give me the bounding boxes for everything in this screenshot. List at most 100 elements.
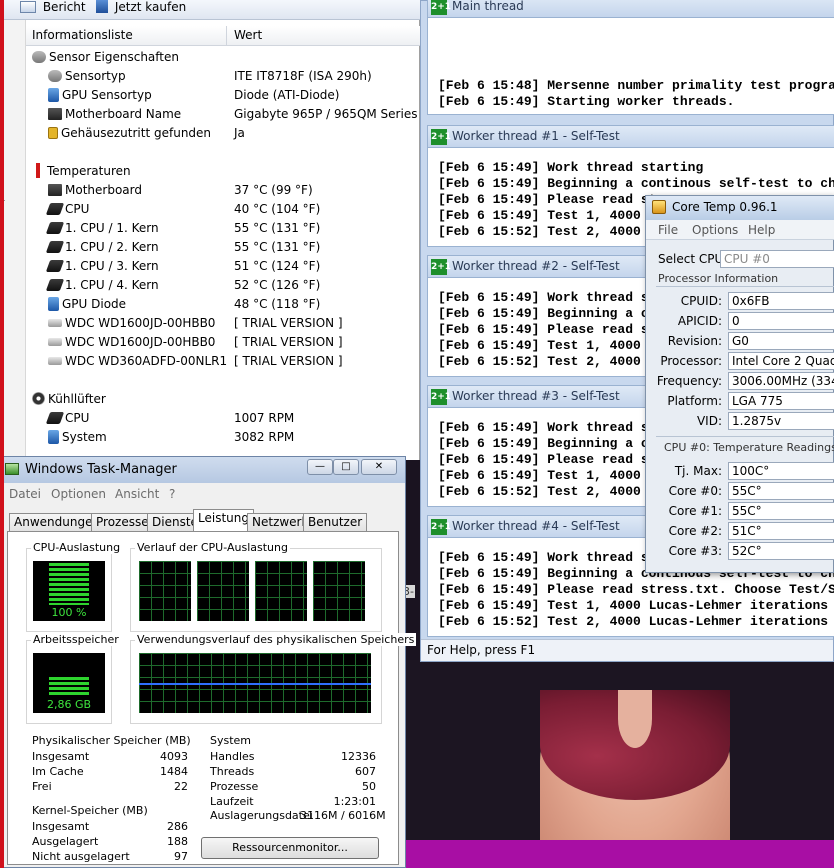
temp-value: 100C° (728, 462, 834, 480)
cpu-core-graph (197, 561, 249, 621)
list-item[interactable]: CPU (45, 409, 89, 428)
section-temperatures[interactable]: Temperaturen (32, 162, 131, 181)
item-value: [ TRIAL VERSION ] (234, 316, 343, 330)
pane-title-bar[interactable]: 2+1 Main thread (428, 0, 834, 18)
list-item[interactable]: 1. CPU / 3. Kern (45, 257, 159, 276)
close-button[interactable]: ✕ (361, 459, 397, 475)
log-line: [Feb 6 15:49] Test 1, 4000 Lucas-Lehmer … (438, 598, 834, 613)
sensor-icon (32, 51, 46, 63)
item-label: GPU Sensortyp (62, 88, 152, 102)
cpu-icon (45, 260, 65, 272)
item-label: WDC WD1600JD-00HBB0 (65, 335, 216, 349)
stat-value: 3116M / 6016M (300, 809, 386, 822)
maximize-button[interactable]: □ (333, 459, 359, 475)
column-header-name[interactable]: Informationsliste (32, 28, 133, 42)
log-line: [Feb 6 15:48] Mersenne number primality … (438, 78, 834, 93)
tab-performance[interactable]: Leistung (193, 509, 254, 531)
fan-icon (32, 392, 45, 405)
menu-options[interactable]: Optionen (51, 487, 106, 501)
menu-view[interactable]: Ansicht (115, 487, 159, 501)
list-item[interactable]: Motherboard (48, 181, 142, 200)
menu-file[interactable]: File (658, 223, 678, 237)
report-label: Bericht (42, 0, 86, 14)
menu-help[interactable]: ? (169, 487, 175, 501)
core-temp-menu-bar: File Options Help (646, 220, 834, 240)
list-item[interactable]: WDC WD360ADFD-00NLR1 (48, 352, 227, 371)
list-item[interactable]: System (48, 428, 107, 447)
section-fans[interactable]: Kühllüfter (32, 390, 106, 409)
stat-label: Nicht ausgelagert (32, 850, 130, 863)
minimize-button[interactable]: — (307, 459, 333, 475)
temp-value: 55C° (728, 482, 834, 500)
stat-value: 97 (174, 850, 188, 863)
core-temp-title-bar[interactable]: Core Temp 0.96.1 (646, 196, 834, 220)
pane-title: Main thread (452, 0, 524, 13)
physical-memory-box: Physikalischer Speicher (MB) Insgesamt 4… (26, 734, 194, 796)
cpu-icon (45, 279, 65, 291)
list-item[interactable]: Sensortyp (48, 67, 126, 86)
stat-value: 50 (362, 780, 376, 793)
hard-disk-icon (48, 357, 62, 365)
item-label: 1. CPU / 2. Kern (65, 240, 159, 254)
stat-label: Auslagerungsdatei (210, 809, 313, 822)
menu-help[interactable]: Help (748, 223, 775, 237)
list-item[interactable]: 1. CPU / 1. Kern (45, 219, 159, 238)
resource-monitor-button[interactable]: Ressourcenmonitor... (201, 837, 379, 859)
tab-users[interactable]: Benutzer (303, 513, 368, 531)
motherboard-icon (48, 108, 62, 120)
task-manager-title-bar[interactable]: Windows Task-Manager — □ ✕ (1, 457, 405, 483)
window-title: Core Temp 0.96.1 (672, 200, 778, 214)
list-item[interactable]: GPU Diode (48, 295, 126, 314)
item-value: 51 °C (124 °F) (234, 259, 321, 273)
hard-disk-icon (48, 338, 62, 346)
menu-options[interactable]: Options (692, 223, 738, 237)
sensor-icon (48, 70, 62, 82)
desktop-red-edge (0, 0, 4, 868)
list-item[interactable]: GPU Sensortyp (48, 86, 152, 105)
pane-title: Worker thread #1 - Self-Test (452, 129, 620, 143)
list-item[interactable]: Gehäusezutritt gefunden (48, 124, 211, 143)
menu-file[interactable]: Datei (9, 487, 41, 501)
task-manager-menu-bar: Datei Optionen Ansicht ? (1, 485, 405, 505)
cpu-icon (45, 222, 65, 234)
log-line: [Feb 6 15:49] Starting worker threads. (438, 94, 735, 109)
core-temp-window: Core Temp 0.96.1 File Options Help Selec… (645, 195, 834, 573)
stat-value: 4093 (160, 750, 188, 763)
section-sensor-properties[interactable]: Sensor Eigenschaften (32, 48, 179, 67)
cpu-icon (45, 241, 65, 253)
cpu-icon (45, 412, 65, 424)
temperature-readings-title: CPU #0: Temperature Readings (664, 441, 834, 454)
list-item[interactable]: CPU (45, 200, 89, 219)
stat-label: Frei (32, 780, 52, 793)
cpu-usage-value: 100 % (51, 606, 87, 619)
prime95-icon: 2+1 (431, 389, 451, 405)
stat-label: Handles (210, 750, 255, 763)
list-item[interactable]: Motherboard Name (48, 105, 181, 124)
item-label: Sensortyp (65, 69, 126, 83)
item-value: 3082 RPM (234, 430, 295, 444)
tab-processes[interactable]: Prozesse (91, 513, 154, 531)
prime95-icon: 2+1 (431, 259, 451, 275)
cpu-core-graph (139, 561, 191, 621)
buy-label: Jetzt kaufen (114, 0, 187, 14)
memory-title: Arbeitsspeicher (31, 633, 121, 646)
select-cpu-dropdown[interactable]: CPU #0 (720, 250, 834, 268)
list-item[interactable]: 1. CPU / 4. Kern (45, 276, 159, 295)
memory-history-title: Verwendungsverlauf des physikalischen Sp… (135, 633, 417, 646)
buy-now-button[interactable]: Jetzt kaufen (96, 0, 186, 18)
main-thread-pane[interactable]: 2+1 Main thread [Feb 6 15:48] Mersenne n… (427, 0, 834, 115)
column-header-value[interactable]: Wert (234, 28, 262, 42)
report-button[interactable]: Bericht (20, 0, 86, 18)
item-value: 37 °C (99 °F) (234, 183, 313, 197)
list-item[interactable]: WDC WD1600JD-00HBB0 (48, 314, 215, 333)
list-item[interactable]: 1. CPU / 2. Kern (45, 238, 159, 257)
kernel-memory-title: Kernel-Speicher (MB) (32, 804, 148, 817)
temp-value: 51C° (728, 522, 834, 540)
list-item[interactable]: WDC WD1600JD-00HBB0 (48, 333, 215, 352)
task-manager-icon (5, 463, 19, 475)
stat-value: 1:23:01 (333, 795, 376, 808)
memory-meter-fill (49, 677, 89, 697)
info-label: Processor: (660, 354, 722, 368)
pane-title-bar[interactable]: 2+1 Worker thread #1 - Self-Test (428, 126, 834, 148)
select-cpu-label: Select CPU: (658, 252, 728, 266)
